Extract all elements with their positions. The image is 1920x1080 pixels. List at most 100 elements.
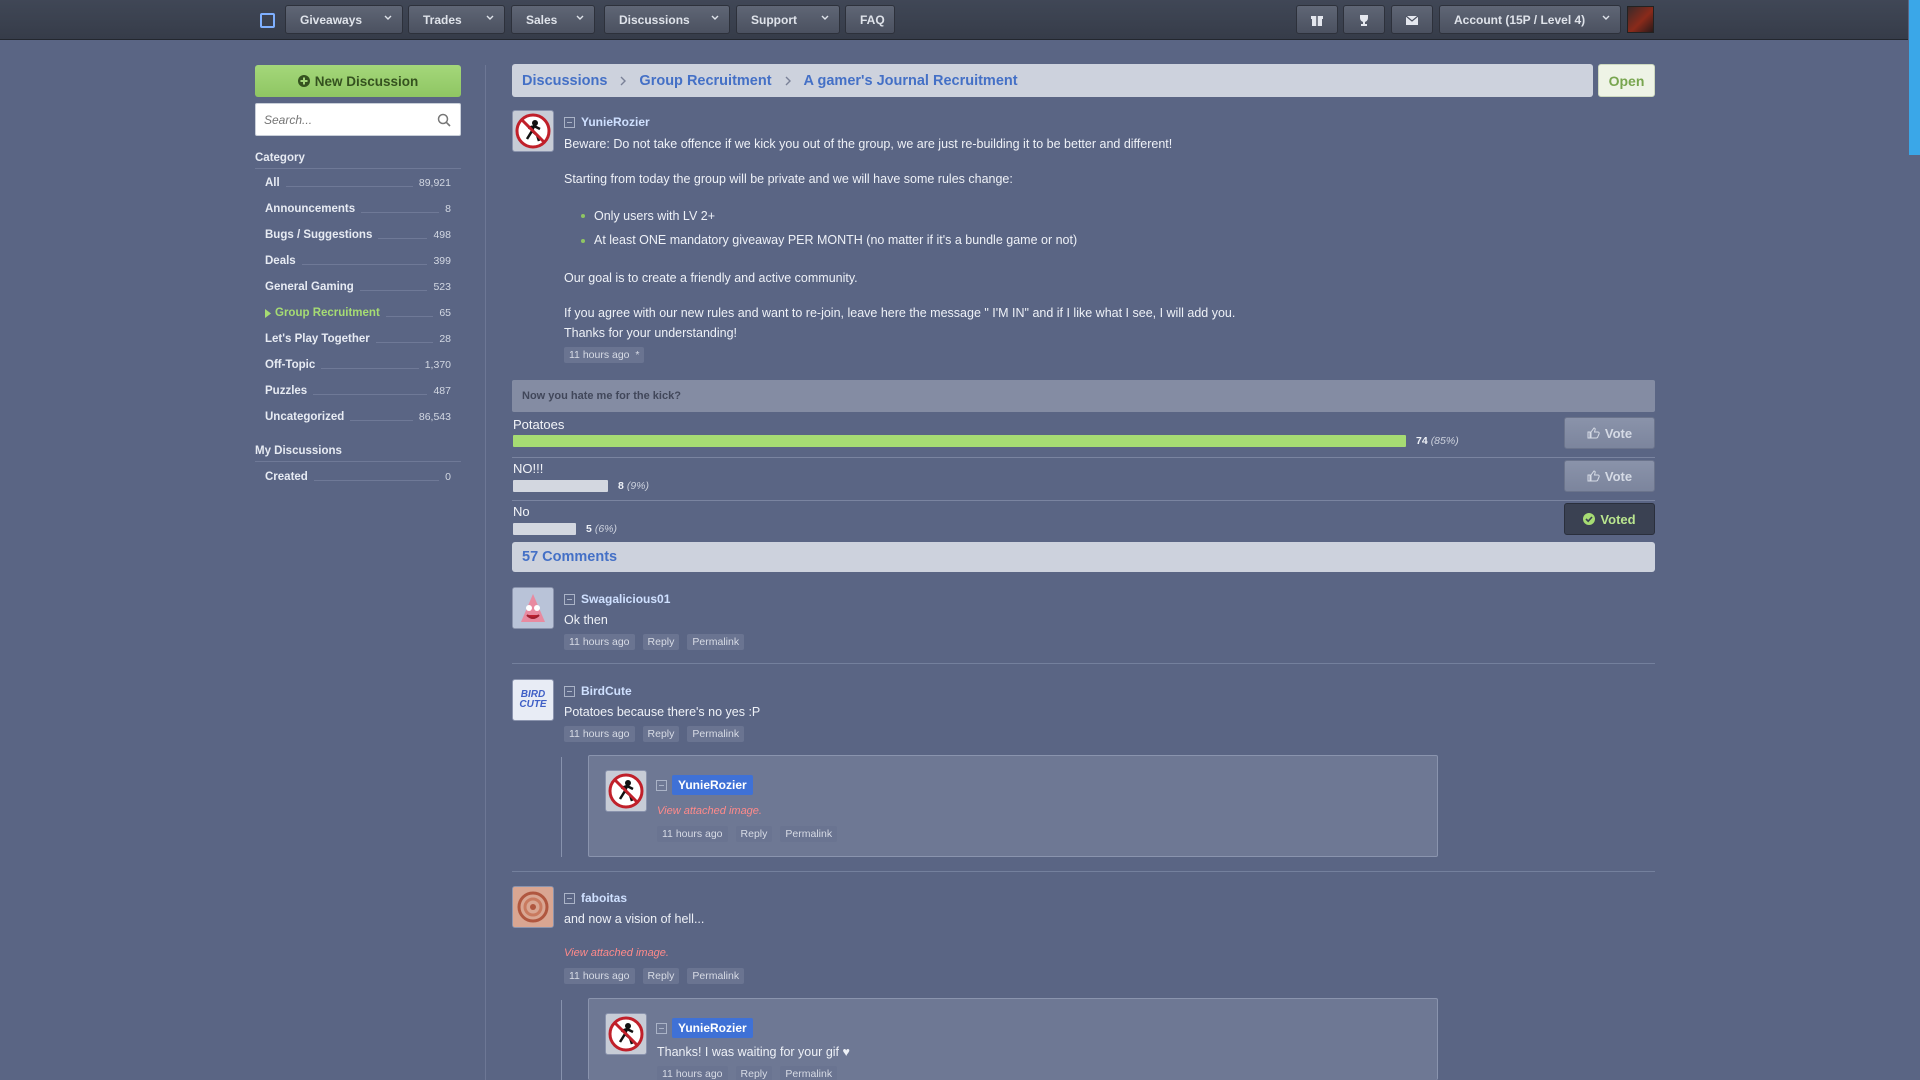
comment-author-name[interactable]: faboitas xyxy=(581,891,627,905)
poll-option-label: NO!!! xyxy=(513,461,544,476)
permalink-link[interactable]: Permalink xyxy=(780,826,838,842)
comment-author-avatar[interactable] xyxy=(512,886,554,928)
thumbs-up-icon xyxy=(1587,427,1600,439)
nav-giveaways-button[interactable]: Giveaways xyxy=(285,5,403,34)
nav-discussions-button[interactable]: Discussions xyxy=(604,5,730,34)
new-discussion-label: New Discussion xyxy=(314,73,419,89)
post-author-name[interactable]: YunieRozier xyxy=(581,115,650,129)
reply-link[interactable]: Reply xyxy=(642,726,680,742)
vote-button[interactable]: Vote xyxy=(1564,417,1655,449)
sidebar-divider xyxy=(485,65,486,1080)
permalink-link[interactable]: Permalink xyxy=(687,968,745,984)
breadcrumb-discussion-title-link[interactable]: A gamer's Journal Recruitment xyxy=(804,73,1018,89)
reply-link[interactable]: Reply xyxy=(735,1066,773,1080)
post-timestamp: 11 hours ago * xyxy=(564,347,645,363)
reply-link[interactable]: Reply xyxy=(642,634,680,650)
category-item-puzzles[interactable]: Puzzles 487 xyxy=(265,383,451,399)
poll-option-label: No xyxy=(513,504,530,519)
scrollbar-track[interactable] xyxy=(1908,0,1920,1080)
category-count: 0 xyxy=(445,471,451,483)
comment-timestamp: 11 hours ago xyxy=(564,726,635,742)
reply-link[interactable]: Reply xyxy=(642,968,680,984)
collapse-icon[interactable] xyxy=(564,593,575,605)
my-discussions-created[interactable]: Created 0 xyxy=(265,469,451,485)
reply-timestamp: 11 hours ago xyxy=(657,1066,728,1080)
new-discussion-button[interactable]: New Discussion xyxy=(255,65,461,97)
poll-option-result: 8 (9%) xyxy=(618,480,650,492)
user-avatar[interactable] xyxy=(1627,6,1654,33)
category-label: Group Recruitment xyxy=(275,307,380,319)
comment-text: and now a vision of hell... xyxy=(564,912,705,926)
category-label: All xyxy=(265,177,280,189)
collapse-icon[interactable] xyxy=(564,116,575,128)
reply-author-avatar[interactable] xyxy=(605,770,647,812)
reply-author-avatar[interactable] xyxy=(605,1013,647,1055)
collapse-icon[interactable] xyxy=(656,780,667,791)
category-item-off-topic[interactable]: Off-Topic 1,370 xyxy=(265,357,451,373)
comment-author-avatar[interactable]: BIRD CUTE xyxy=(512,679,554,721)
comment-timestamp: 11 hours ago xyxy=(564,634,635,650)
category-item-all[interactable]: All 89,921 xyxy=(265,175,451,191)
nav-support-label: Support xyxy=(751,12,797,27)
reply-author-name[interactable]: YunieRozier xyxy=(672,775,753,795)
comment-author: BirdCute xyxy=(564,684,632,698)
category-item-uncategorized[interactable]: Uncategorized 86,543 xyxy=(265,409,451,425)
view-attached-image-link[interactable]: View attached image. xyxy=(564,947,669,959)
chevron-down-icon xyxy=(576,15,584,20)
view-attached-image-link[interactable]: View attached image. xyxy=(657,805,762,817)
category-count: 28 xyxy=(439,333,451,345)
nav-giveaways-label: Giveaways xyxy=(300,12,363,27)
permalink-link[interactable]: Permalink xyxy=(687,726,745,742)
comment-meta: 11 hours ago Reply Permalink xyxy=(564,726,745,742)
vote-button[interactable]: Vote xyxy=(1564,460,1655,492)
poll-option-label: Potatoes xyxy=(513,417,565,432)
poll-option-bar xyxy=(513,480,608,492)
category-item-announcements[interactable]: Announcements 8 xyxy=(265,201,451,217)
status-badge: Open xyxy=(1598,64,1655,97)
category-item-bugs-suggestions[interactable]: Bugs / Suggestions 498 xyxy=(265,227,451,243)
collapse-icon[interactable] xyxy=(656,1023,667,1034)
category-count: 498 xyxy=(433,229,451,241)
reply-author-name[interactable]: YunieRozier xyxy=(672,1018,753,1038)
breadcrumb-group-recruitment-link[interactable]: Group Recruitment xyxy=(639,73,771,89)
nav-sales-button[interactable]: Sales xyxy=(511,5,595,34)
chevron-down-icon xyxy=(384,15,392,20)
category-label: Deals xyxy=(265,255,296,267)
permalink-link[interactable]: Permalink xyxy=(687,634,745,650)
nav-trades-button[interactable]: Trades xyxy=(408,5,505,34)
collapse-icon[interactable] xyxy=(564,892,575,904)
category-label: Created xyxy=(265,471,308,483)
breadcrumb-discussions-link[interactable]: Discussions xyxy=(522,73,607,89)
comment-author-avatar[interactable] xyxy=(512,587,554,629)
category-item-general-gaming[interactable]: General Gaming 523 xyxy=(265,279,451,295)
collapse-icon[interactable] xyxy=(564,685,575,697)
comment-timestamp: 11 hours ago xyxy=(564,968,635,984)
nav-support-button[interactable]: Support xyxy=(736,5,840,34)
permalink-link[interactable]: Permalink xyxy=(780,1066,838,1080)
post-author-avatar[interactable] xyxy=(512,110,554,152)
account-dropdown-button[interactable]: Account (15P / Level 4) xyxy=(1439,5,1621,34)
messages-button[interactable] xyxy=(1391,5,1433,34)
voted-button[interactable]: Voted xyxy=(1564,503,1655,535)
site-logo-icon[interactable] xyxy=(260,13,275,28)
category-item-lets-play-together[interactable]: Let's Play Together 28 xyxy=(265,331,451,347)
gift-button[interactable] xyxy=(1296,5,1338,34)
search-input[interactable] xyxy=(264,112,424,128)
reply-timestamp: 11 hours ago xyxy=(657,826,728,842)
poll-divider xyxy=(512,500,1655,501)
category-item-group-recruitment[interactable]: Group Recruitment 65 xyxy=(265,305,451,321)
comment-author-name[interactable]: BirdCute xyxy=(581,684,632,698)
comment-author-name[interactable]: Swagalicious01 xyxy=(581,592,670,606)
nav-faq-button[interactable]: FAQ xyxy=(845,5,895,34)
category-item-deals[interactable]: Deals 399 xyxy=(265,253,451,269)
post-text-line: Starting from today the group will be pr… xyxy=(564,172,1013,186)
trophy-button[interactable] xyxy=(1343,5,1385,34)
category-label: Bugs / Suggestions xyxy=(265,229,373,241)
comment-divider xyxy=(512,663,1655,664)
category-count: 1,370 xyxy=(424,359,451,371)
scrollbar-thumb[interactable] xyxy=(1909,0,1920,155)
reply-link[interactable]: Reply xyxy=(735,826,773,842)
category-count: 89,921 xyxy=(418,177,451,189)
search-field[interactable] xyxy=(255,103,461,136)
search-icon[interactable] xyxy=(437,113,451,127)
